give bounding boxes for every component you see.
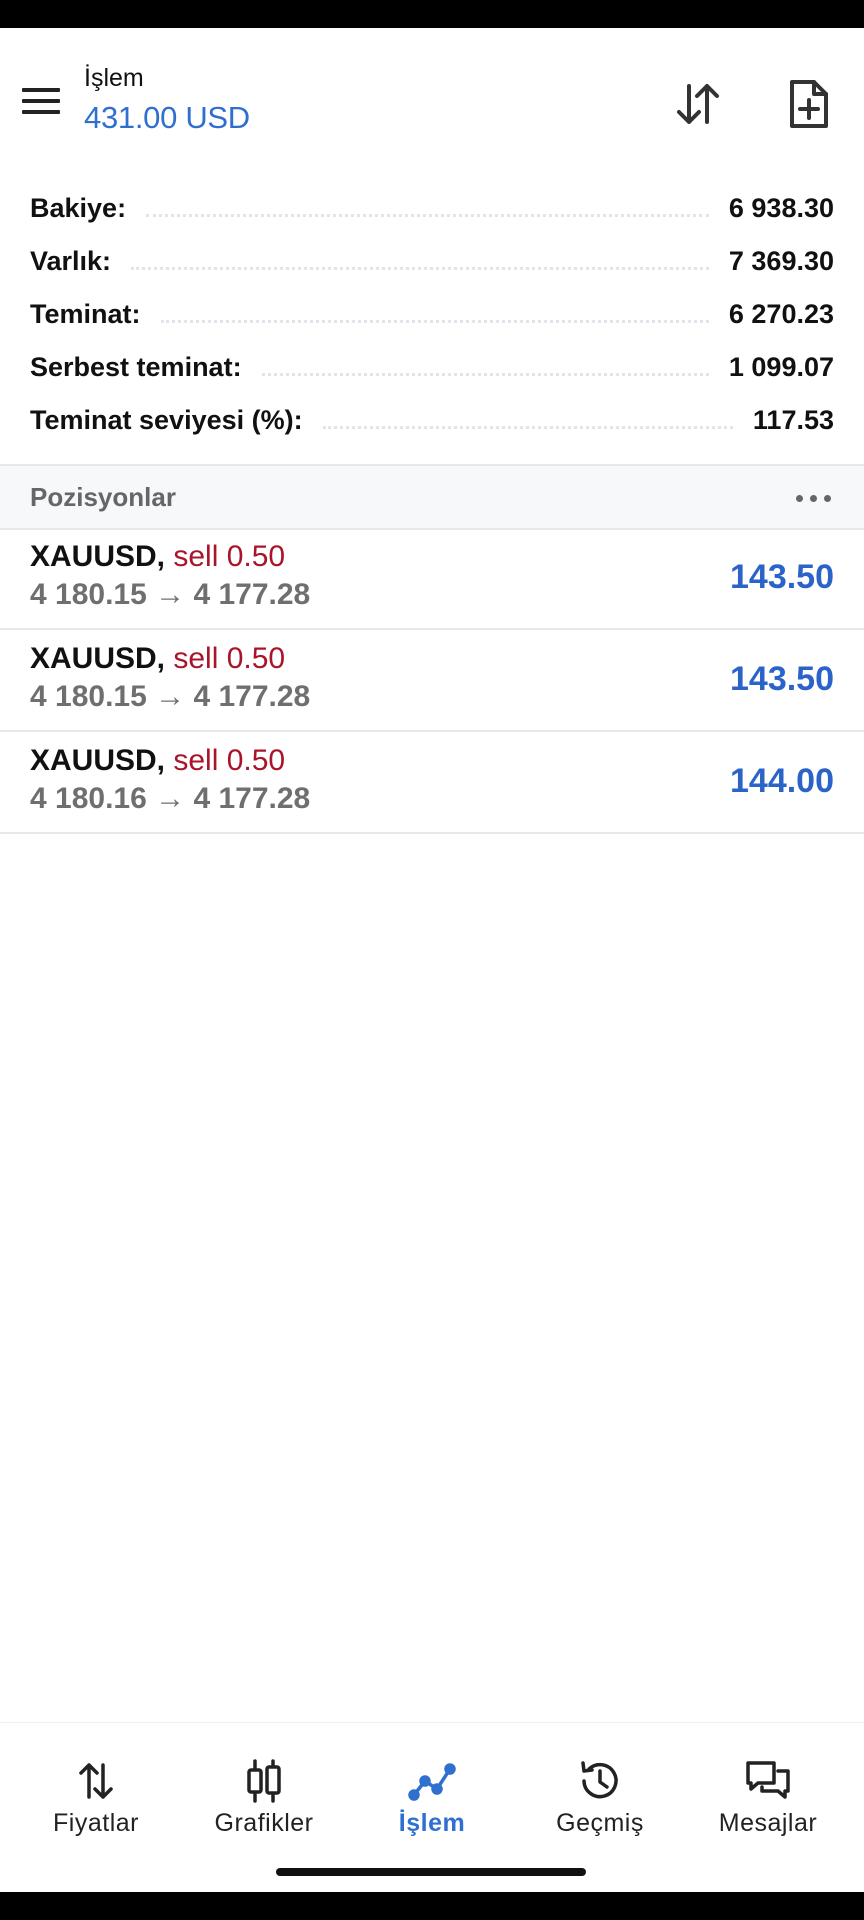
summary-row-balance: Bakiye: 6 938.30 [30,188,834,228]
summary-row-margin: Teminat: 6 270.23 [30,294,834,334]
positions-section-header: Pozisyonlar [0,464,864,530]
summary-label: Bakiye: [30,192,127,223]
summary-value: 117.53 [752,404,834,435]
position-symbol: XAUUSD, [30,744,166,777]
app-header: İşlem 431.00 USD [0,28,864,148]
position-row[interactable]: XAUUSD, sell 0.50 4 180.15 → 4 177.28 14… [0,528,864,630]
add-document-icon [790,80,828,128]
position-side-volume: sell 0.50 [173,642,286,675]
messages-icon [746,1761,790,1799]
position-profit: 144.00 [730,762,834,800]
nav-label: Fiyatlar [53,1809,139,1837]
quotes-arrows-icon [79,1763,113,1799]
position-profit: 143.50 [730,660,834,698]
nav-label: Geçmiş [556,1809,644,1837]
position-prices: 4 180.15 → 4 177.28 [30,578,311,611]
summary-row-equity: Varlık: 7 369.30 [30,241,834,281]
position-symbol: XAUUSD, [30,540,166,573]
home-indicator[interactable] [276,1868,586,1876]
page-title: İşlem [84,64,144,92]
more-dots-icon [810,495,817,502]
menu-button[interactable] [18,84,64,120]
summary-value: 6 938.30 [728,192,834,223]
nav-item-messages[interactable]: Mesajlar [682,1723,854,1843]
position-symbol: XAUUSD, [30,642,166,675]
nav-label: Mesajlar [718,1809,818,1837]
account-profit-total: 431.00 USD [84,100,250,135]
summary-row-free-margin: Serbest teminat: 1 099.07 [30,347,834,387]
nav-label: Grafikler [214,1809,314,1837]
sort-button[interactable] [670,76,726,132]
summary-label: Teminat: [30,298,141,329]
summary-label: Teminat seviyesi (%): [30,404,303,435]
position-prices: 4 180.15 → 4 177.28 [30,680,311,713]
position-row[interactable]: XAUUSD, sell 0.50 4 180.16 → 4 177.28 14… [0,732,864,834]
nav-item-trade[interactable]: İşlem [346,1723,518,1843]
position-prices: 4 180.16 → 4 177.28 [30,782,311,815]
more-dots-icon [796,495,803,502]
system-bottom-bar [0,1892,864,1920]
nav-item-history[interactable]: Geçmiş [514,1723,686,1843]
sort-arrows-icon [677,84,719,124]
summary-value: 7 369.30 [728,245,834,276]
summary-label: Serbest teminat: [30,351,242,382]
position-title: XAUUSD, sell 0.50 [30,744,285,778]
position-title: XAUUSD, sell 0.50 [30,642,285,676]
status-bar [0,0,864,28]
position-title: XAUUSD, sell 0.50 [30,540,285,574]
bottom-navigation: Fiyatlar Grafikler İşlem Geçmiş Mesajlar [0,1722,864,1863]
dotted-leader [261,371,709,376]
candlestick-chart-icon [247,1759,281,1803]
hamburger-menu-icon [22,88,60,92]
dotted-leader [322,424,733,429]
hamburger-menu-icon-bar [22,99,60,103]
position-row[interactable]: XAUUSD, sell 0.50 4 180.15 → 4 177.28 14… [0,630,864,732]
summary-value: 6 270.23 [728,298,834,329]
trade-line-icon [408,1763,456,1801]
dotted-leader [131,265,709,270]
more-options-button[interactable] [794,486,834,510]
hamburger-menu-icon-bar [22,110,60,114]
dotted-leader [160,318,709,323]
history-clock-icon [581,1761,618,1799]
nav-item-charts[interactable]: Grafikler [178,1723,350,1843]
app-screen: İşlem 431.00 USD Bakiye: 6 938.30 Varlık… [0,28,864,1892]
position-side-volume: sell 0.50 [173,540,286,573]
nav-label: İşlem [398,1809,466,1837]
dotted-leader [146,212,709,217]
positions-title: Pozisyonlar [30,482,176,512]
nav-item-quotes[interactable]: Fiyatlar [10,1723,182,1843]
new-order-button[interactable] [780,76,836,132]
position-profit: 143.50 [730,558,834,596]
summary-row-margin-level: Teminat seviyesi (%): 117.53 [30,400,834,440]
position-side-volume: sell 0.50 [173,744,286,777]
more-dots-icon [824,495,831,502]
summary-value: 1 099.07 [728,351,834,382]
summary-label: Varlık: [30,245,112,276]
